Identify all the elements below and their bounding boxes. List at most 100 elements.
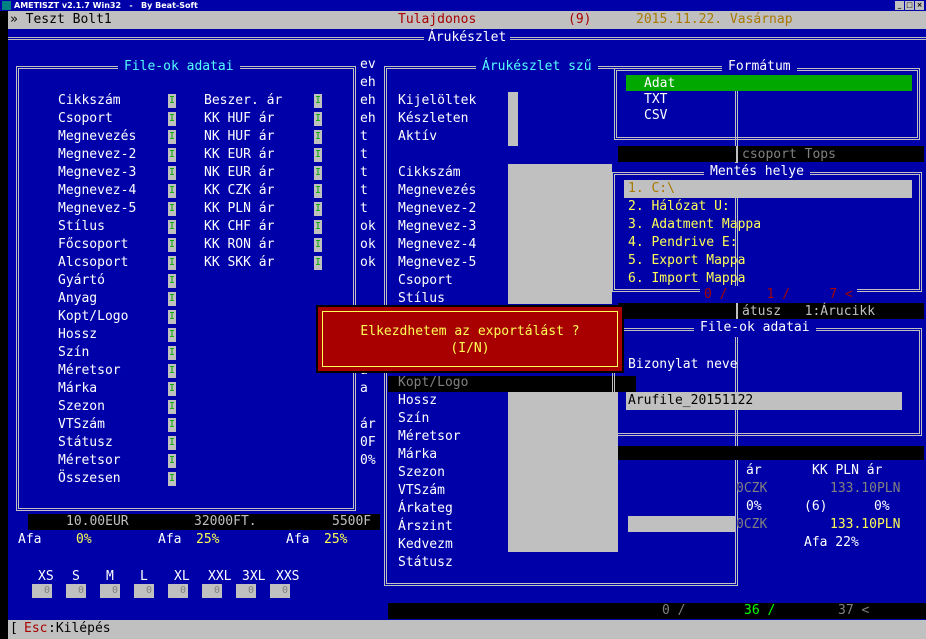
stock-panel-title: Árukészlet szű bbox=[476, 58, 598, 76]
price-field-toggle[interactable]: I bbox=[314, 202, 322, 216]
file-field-toggle[interactable]: I bbox=[168, 382, 176, 396]
partial-cell: t bbox=[360, 165, 368, 180]
save-location-item[interactable]: 4. Pendrive E: bbox=[624, 234, 912, 252]
files-panel-title: File-ok adatai bbox=[118, 58, 240, 76]
esc-key[interactable]: Esc bbox=[24, 620, 47, 638]
flag-boxes[interactable] bbox=[508, 92, 518, 146]
page-title: Árukészlet bbox=[424, 29, 511, 47]
lower-value-block[interactable] bbox=[508, 392, 618, 552]
save-location-item[interactable]: 1. C:\ bbox=[624, 180, 912, 198]
partial-cell: ár bbox=[360, 417, 376, 432]
window-titlebar: AMETISZT v2.1.7 Win32 - By Beat-Soft _ □… bbox=[0, 0, 926, 11]
partial-cell: t bbox=[360, 201, 368, 216]
stock-field-label: Árszint bbox=[398, 519, 453, 534]
size-qty-input[interactable]: 0 bbox=[168, 584, 188, 598]
filename-input[interactable]: Arufile_20151122 bbox=[626, 392, 902, 410]
price-field-toggle[interactable]: I bbox=[314, 256, 322, 270]
file-field-toggle[interactable]: I bbox=[168, 256, 176, 270]
exit-label[interactable]: :Kilépés bbox=[48, 620, 111, 638]
price-field-toggle[interactable]: I bbox=[314, 94, 322, 108]
file-field-label: Stílus bbox=[58, 219, 105, 234]
stock-field-label: Csoport bbox=[398, 273, 453, 288]
afa3-label: Afa bbox=[286, 532, 310, 547]
field-value-block[interactable] bbox=[508, 164, 612, 304]
file-field-label: Megnevez-2 bbox=[58, 147, 137, 162]
file-field-label: Márka bbox=[58, 381, 98, 396]
file-field-label: Megnevez-5 bbox=[58, 201, 137, 216]
partial-cell: t bbox=[360, 129, 368, 144]
save-status: 0 / 1 / 7 < bbox=[700, 286, 857, 304]
price-field-toggle[interactable]: I bbox=[314, 166, 322, 180]
file-field-label: Megnevez-4 bbox=[58, 183, 137, 198]
size-qty-input[interactable]: 0 bbox=[270, 584, 290, 598]
save-location-item[interactable]: 3. Adatment Mappa bbox=[624, 216, 912, 234]
file-field-toggle[interactable]: I bbox=[168, 202, 176, 216]
file-field-toggle[interactable]: I bbox=[168, 472, 176, 486]
size-qty-input[interactable]: 0 bbox=[202, 584, 222, 598]
save-panel-title: Mentés helye bbox=[704, 163, 810, 181]
price-field-toggle[interactable]: I bbox=[314, 220, 322, 234]
maximize-button[interactable]: □ bbox=[905, 1, 914, 10]
file-field-toggle[interactable]: I bbox=[168, 274, 176, 288]
price-field-toggle[interactable]: I bbox=[314, 184, 322, 198]
file-field-toggle[interactable]: I bbox=[168, 418, 176, 432]
size-qty-input[interactable]: 0 bbox=[66, 584, 86, 598]
file-field-toggle[interactable]: I bbox=[168, 238, 176, 252]
save-location-item[interactable]: 5. Export Mappa bbox=[624, 252, 912, 270]
file-field-label: Kopt/Logo bbox=[58, 309, 129, 324]
price-field-toggle[interactable]: I bbox=[314, 112, 322, 126]
counter-1: 0 / bbox=[662, 603, 686, 618]
stock-field-label: Árkateg bbox=[398, 501, 453, 516]
price-field-label: KK CZK ár bbox=[204, 183, 275, 198]
stock-flag-label: Készleten bbox=[398, 111, 469, 126]
file-field-toggle[interactable]: I bbox=[168, 94, 176, 108]
price-field-toggle[interactable]: I bbox=[314, 130, 322, 144]
file-field-toggle[interactable]: I bbox=[168, 184, 176, 198]
price-field-label: KK PLN ár bbox=[204, 201, 275, 216]
top-status-bar: » Teszt Bolt1 Tulajdonos (9) 2015.11.22.… bbox=[8, 11, 926, 29]
dialog-options[interactable]: (I/N) bbox=[318, 340, 622, 358]
size-qty-input[interactable]: 0 bbox=[236, 584, 256, 598]
arszint-box[interactable] bbox=[628, 516, 736, 532]
file-field-label: Gyártó bbox=[58, 273, 105, 288]
file-field-toggle[interactable]: I bbox=[168, 148, 176, 162]
size-qty-input[interactable]: 0 bbox=[134, 584, 154, 598]
save-location-item[interactable]: 2. Hálózat U: bbox=[624, 198, 912, 216]
format-panel-title: Formátum bbox=[722, 58, 797, 76]
size-qty-input[interactable]: 0 bbox=[32, 584, 52, 598]
file-field-toggle[interactable]: I bbox=[168, 328, 176, 342]
file-field-toggle[interactable]: I bbox=[168, 364, 176, 378]
format-option[interactable]: Adat bbox=[626, 75, 912, 91]
file-field-toggle[interactable]: I bbox=[168, 310, 176, 324]
file-field-label: Anyag bbox=[58, 291, 98, 306]
size-qty-input[interactable]: 0 bbox=[100, 584, 120, 598]
file-field-toggle[interactable]: I bbox=[168, 454, 176, 468]
afa2-value: 25% bbox=[196, 532, 220, 547]
price-field-toggle[interactable]: I bbox=[314, 238, 322, 252]
file-field-label: Alcsoport bbox=[58, 255, 129, 270]
stock-field-label: Márka bbox=[398, 447, 438, 462]
close-button[interactable]: × bbox=[915, 1, 924, 10]
format-option[interactable]: CSV bbox=[626, 107, 912, 123]
afa3-value: 25% bbox=[324, 532, 348, 547]
file-field-toggle[interactable]: I bbox=[168, 112, 176, 126]
stock-field-label: Szín bbox=[398, 411, 430, 426]
file-field-toggle[interactable]: I bbox=[168, 346, 176, 360]
right-code: (6) bbox=[804, 499, 828, 514]
file-field-label: Megnevezés bbox=[58, 129, 137, 144]
file-field-toggle[interactable]: I bbox=[168, 220, 176, 234]
file-field-toggle[interactable]: I bbox=[168, 400, 176, 414]
file-field-toggle[interactable]: I bbox=[168, 436, 176, 450]
price-field-toggle[interactable]: I bbox=[314, 148, 322, 162]
afa2-label: Afa bbox=[158, 532, 182, 547]
partial-cell: ok bbox=[360, 219, 376, 234]
partial-cell: 0% bbox=[360, 453, 376, 468]
format-option[interactable]: TXT bbox=[626, 91, 912, 107]
confirm-dialog: Elkezdhetem az exportálást ? (I/N) bbox=[316, 305, 624, 373]
stock-field-label: Kedvezm bbox=[398, 537, 453, 552]
right-pln1: 133.10PLN bbox=[830, 481, 901, 496]
file-field-toggle[interactable]: I bbox=[168, 166, 176, 180]
file-field-toggle[interactable]: I bbox=[168, 292, 176, 306]
file-field-toggle[interactable]: I bbox=[168, 130, 176, 144]
minimize-button[interactable]: _ bbox=[895, 1, 904, 10]
